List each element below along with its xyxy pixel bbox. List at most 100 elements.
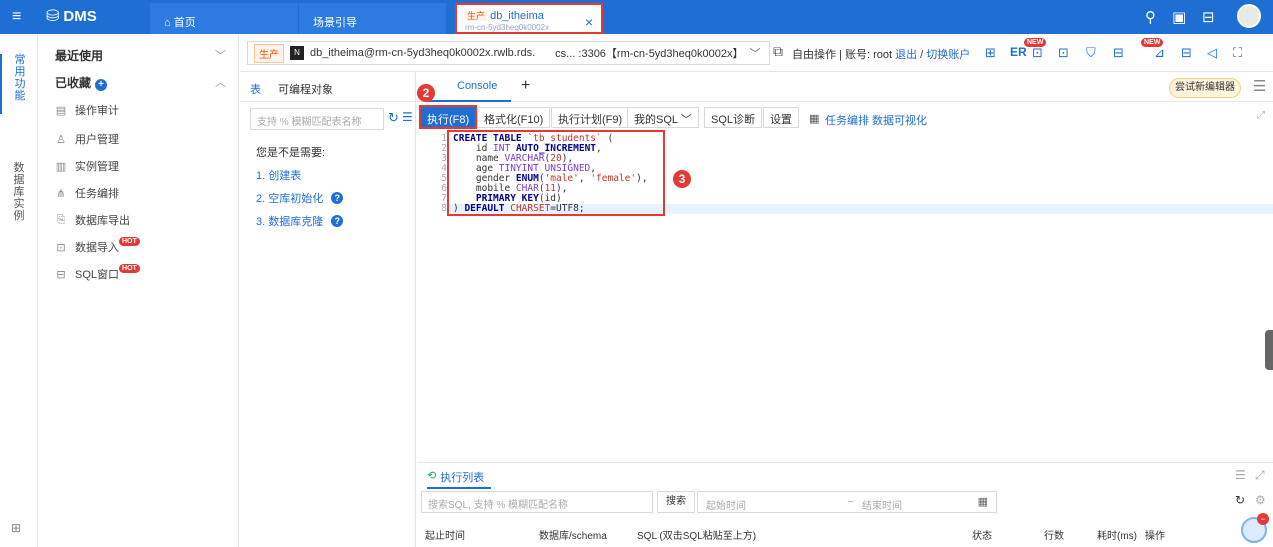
hint-empty-db-init[interactable]: 2. 空库初始化 ? <box>256 190 344 206</box>
menu-icon[interactable]: ☰ <box>1235 468 1246 482</box>
chevron-down-icon[interactable]: ﹀ <box>215 47 226 63</box>
try-new-editor-button[interactable]: 尝试新编辑器 <box>1169 78 1241 98</box>
hint-title: 您是不是需要: <box>256 147 326 159</box>
help-icon[interactable]: ? <box>331 215 344 227</box>
help-icon[interactable]: ? <box>331 192 344 204</box>
settings-button[interactable]: 设置 <box>763 107 799 128</box>
chevron-down-icon: ﹀ <box>749 48 761 60</box>
expand-icon[interactable]: ⤢ <box>1255 468 1265 483</box>
refresh-icon[interactable]: ↻ <box>388 110 399 126</box>
minus-icon[interactable]: − <box>1257 513 1269 525</box>
tab-instance-id: rm-cn-5yd3heq0k0002x <box>465 23 550 32</box>
menu-icon[interactable]: ≡ <box>12 8 21 26</box>
table-search-input[interactable]: 支持 % 模糊匹配表名称 <box>250 108 384 130</box>
time-range-picker[interactable]: 起始时间 ~ 结束时间 ▦ <box>697 491 997 513</box>
execution-plan-button[interactable]: 执行计划(F9) <box>551 107 630 128</box>
document-icon[interactable]: ⊟ <box>1202 8 1215 26</box>
tab-home[interactable]: ⌂ 首页 <box>150 3 298 34</box>
sql-search-input[interactable]: 搜索SQL, 支持 % 模糊匹配名称 <box>421 491 653 513</box>
task-flow-link[interactable]: 任务编排 <box>825 112 869 128</box>
send-icon[interactable]: ◁ <box>1207 45 1217 61</box>
tab-scenario-guide[interactable]: 场景引导 <box>298 3 446 34</box>
feedback-icon[interactable]: ⊡ <box>1058 45 1069 61</box>
dms-logo-icon: ⛁ <box>46 8 60 25</box>
format-button[interactable]: 格式化(F10) <box>477 107 551 128</box>
app-logo[interactable]: ⛁ DMS <box>46 6 97 26</box>
expand-icon[interactable]: ⤢ <box>1257 110 1265 121</box>
my-sql-button[interactable]: 我的SQL ﹀ <box>627 107 699 128</box>
sql-window-icon: ⊟ <box>56 268 66 281</box>
execution-table-header: 起止时间 数据库/schema SQL (双击SQL粘贴至上方) 状态 行数 耗… <box>417 519 1273 547</box>
connection-select[interactable]: 生产 N db_itheima@rm-cn-5yd3heq0k0002x.rwl… <box>247 41 770 65</box>
chat-icon[interactable]: ⊡ <box>1032 45 1043 61</box>
sql-diagnose-button[interactable]: SQL诊断 <box>704 107 763 128</box>
menu-item-user-management[interactable]: ♙ 用户管理 <box>55 131 119 147</box>
hint-db-clone[interactable]: 3. 数据库克隆 ? <box>256 213 344 229</box>
menu-item-db-export[interactable]: ⎘ 数据库导出 <box>55 212 130 228</box>
start-time: 起始时间 <box>706 501 746 512</box>
tab-tables[interactable]: 表 <box>250 81 261 97</box>
side-panel-handle[interactable] <box>1265 330 1273 370</box>
edit-icon[interactable]: ⊿ <box>1154 45 1165 61</box>
list-icon[interactable]: ☰ <box>402 110 413 124</box>
refresh-icon[interactable]: ↻ <box>1235 493 1245 507</box>
home-icon: ⌂ <box>164 17 171 29</box>
settings-icon[interactable]: ⚙ <box>1255 493 1266 507</box>
menu-item-data-import[interactable]: ⊡ 数据导入 HOT <box>55 236 140 255</box>
console-tabs: Console 2 + 尝试新编辑器 ☰ <box>417 72 1273 102</box>
grid-icon[interactable]: ⊞ <box>11 521 21 535</box>
add-tab-icon[interactable]: + <box>521 77 530 95</box>
env-tag: 生产 <box>465 11 488 21</box>
account-info: 自由操作 | 账号: root 退出 / 切换账户 <box>792 49 971 61</box>
recent-header[interactable]: 最近使用 <box>55 47 103 64</box>
user-icon: ♙ <box>56 133 66 146</box>
step-marker-2: 2 <box>417 84 435 102</box>
add-favorite-icon[interactable]: + <box>95 79 108 91</box>
chevron-up-icon[interactable]: ︿ <box>215 74 226 90</box>
menu-item-task-flow[interactable]: ⋔ 任务编排 <box>55 185 119 201</box>
tab-db-itheima[interactable]: 生产 db_itheima rm-cn-5yd3heq0k0002x × <box>455 3 603 34</box>
calendar-icon: ▦ <box>977 496 988 508</box>
tab-execution-list[interactable]: ⟲ 执行列表 <box>427 469 484 485</box>
copy-icon[interactable]: ⧉ <box>773 43 783 60</box>
avatar[interactable] <box>1237 4 1261 28</box>
connection-bar: 生产 N db_itheima@rm-cn-5yd3heq0k0002x.rwl… <box>240 34 1273 72</box>
col-schema: 数据库/schema <box>539 531 607 542</box>
left-rail: 常用功能 数据库实例 ⊞ <box>0 34 38 547</box>
editor-area: Console 2 + 尝试新编辑器 ☰ 执行(F8) 格式化(F10) 执行计… <box>417 72 1273 547</box>
table-icon[interactable]: ⊞ <box>985 45 996 61</box>
chevron-down-icon: ﹀ <box>680 114 692 126</box>
logout-link[interactable]: 退出 <box>895 49 917 61</box>
save-icon[interactable]: ⊟ <box>1113 45 1124 61</box>
fullscreen-icon[interactable]: ⛶ <box>1233 45 1242 61</box>
tab-console[interactable]: Console <box>427 72 511 102</box>
close-icon[interactable]: × <box>585 14 593 30</box>
shield-icon[interactable]: ⛉ <box>1086 45 1096 61</box>
tab-programmable-objects[interactable]: 可编程对象 <box>278 81 333 97</box>
connection-text: db_itheima@rm-cn-5yd3heq0k0002x.rwlb.rds… <box>310 47 536 59</box>
search-icon[interactable]: ⚲ <box>1145 8 1156 26</box>
menu-item-sql-window[interactable]: ⊟ SQL窗口 HOT <box>55 263 140 282</box>
favorites-header[interactable]: 已收藏 + <box>55 74 108 91</box>
menu-item-instance-management[interactable]: ▥ 实例管理 <box>55 158 119 174</box>
instance-icon: ▥ <box>55 160 67 173</box>
doc-icon[interactable]: ⊟ <box>1181 45 1192 61</box>
run-button[interactable]: 执行(F8) <box>419 105 478 129</box>
database-icon: N <box>290 46 304 60</box>
er-icon[interactable]: ER <box>1010 45 1027 59</box>
data-visualize-link[interactable]: 数据可视化 <box>872 112 927 128</box>
rail-db-instances[interactable]: 数据库实例 <box>0 162 38 232</box>
env-tag: 生产 <box>254 43 284 63</box>
search-button[interactable]: 搜索 <box>657 491 695 513</box>
hint-create-table[interactable]: 1. 创建表 <box>256 167 301 183</box>
menu-item-audit[interactable]: ▤ 操作审计 <box>55 102 119 118</box>
notification-icon[interactable]: ▣ <box>1172 8 1186 26</box>
switch-account-link[interactable]: 切换账户 <box>926 49 970 61</box>
menu-icon[interactable]: ☰ <box>1253 77 1266 95</box>
range-separator: ~ <box>848 497 854 508</box>
execution-list: ⟲ 执行列表 ☰ ⤢ ↻ ⚙ 搜索SQL, 支持 % 模糊匹配名称 搜索 起始时… <box>417 462 1273 547</box>
top-bar: ≡ ⛁ DMS ⌂ 首页 场景引导 生产 db_itheima rm-cn-5y… <box>0 0 1273 56</box>
sql-editor[interactable]: 1 2 3 4 5 6 7 8 CREATE TABLE `tb_student… <box>427 130 1273 454</box>
assistant-bot-icon[interactable]: − <box>1241 513 1269 543</box>
rail-common-functions[interactable]: 常用功能 <box>0 54 38 114</box>
